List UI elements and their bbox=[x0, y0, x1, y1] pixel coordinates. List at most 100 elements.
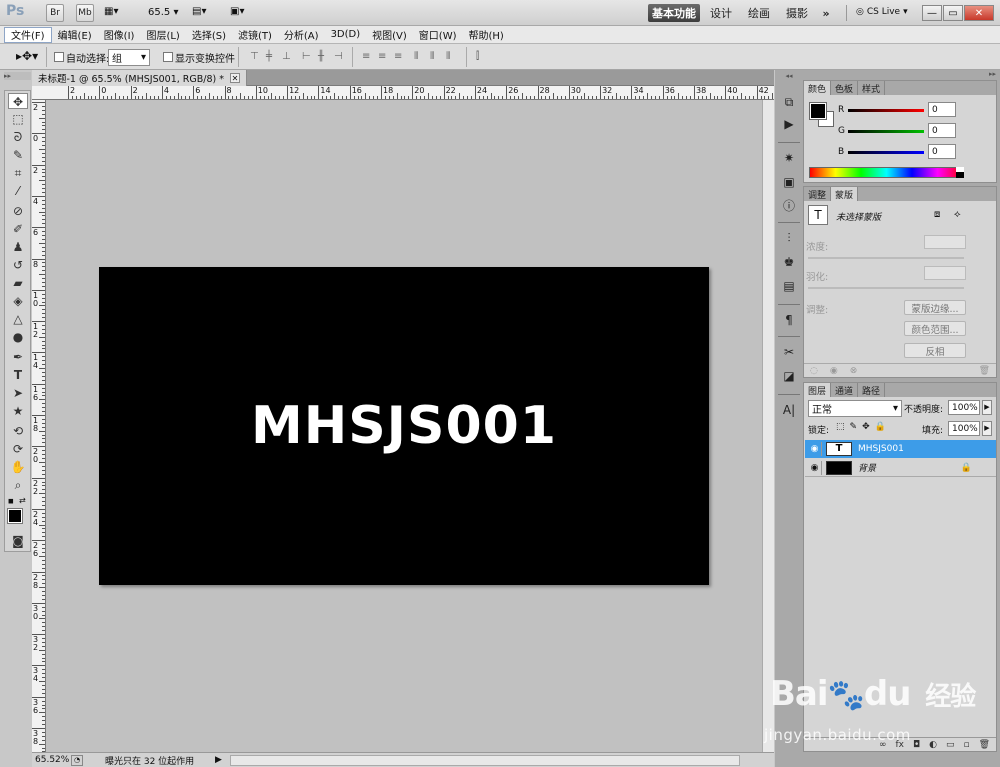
canvas-text-layer[interactable]: MHSJS001 bbox=[251, 396, 557, 456]
swap-colors-icon[interactable]: ⇄ bbox=[19, 496, 26, 505]
r-value-input[interactable]: 0 bbox=[928, 102, 956, 117]
tab-color[interactable]: 颜色 bbox=[804, 81, 832, 95]
arrange-documents-icon[interactable]: ▤▾ bbox=[192, 6, 206, 17]
crop-tool-icon[interactable]: ⌗ bbox=[8, 165, 28, 181]
brushes-panel-icon[interactable]: ✷ bbox=[780, 150, 798, 166]
tab-layers[interactable]: 图层 bbox=[804, 383, 832, 397]
menu-analysis[interactable]: 分析(A) bbox=[278, 27, 325, 43]
align-top-icon[interactable]: ⊤ bbox=[250, 51, 264, 63]
menu-image[interactable]: 图像(I) bbox=[98, 27, 141, 43]
mini-bridge-button[interactable]: Mb bbox=[76, 4, 94, 22]
g-value-input[interactable]: 0 bbox=[928, 123, 956, 138]
tab-swatches[interactable]: 色板 bbox=[831, 81, 859, 95]
auto-align-layers-icon[interactable]: ⫿ bbox=[476, 51, 490, 63]
tab-adjustments[interactable]: 调整 bbox=[804, 187, 832, 201]
auto-select-checkbox[interactable] bbox=[54, 52, 64, 62]
invert-button[interactable]: 反相 bbox=[904, 343, 966, 358]
more-workspaces-button[interactable]: » bbox=[818, 4, 834, 22]
marquee-tool-icon[interactable]: ⬚ bbox=[8, 111, 28, 127]
eyedropper-tool-icon[interactable]: ⁄ bbox=[8, 183, 28, 199]
disable-mask-icon[interactable]: ⊗ bbox=[850, 366, 858, 376]
align-bottom-icon[interactable]: ⊥ bbox=[282, 51, 296, 63]
history-brush-tool-icon[interactable]: ↺ bbox=[8, 257, 28, 273]
3d-rotate-tool-icon[interactable]: ⟲ bbox=[8, 423, 28, 439]
document-canvas[interactable]: MHSJS001 bbox=[99, 267, 709, 585]
align-left-icon[interactable]: ⊢ bbox=[302, 51, 316, 63]
menu-3d[interactable]: 3D(D) bbox=[325, 27, 367, 43]
hand-tool-icon[interactable]: ✋ bbox=[8, 459, 28, 475]
lock-position-icon[interactable]: ✥ bbox=[862, 422, 870, 432]
blend-mode-dropdown[interactable]: 正常 ▾ bbox=[808, 400, 902, 417]
menu-layer[interactable]: 图层(L) bbox=[140, 27, 185, 43]
align-right-icon[interactable]: ⊣ bbox=[334, 51, 348, 63]
cs-live-button[interactable]: ◎ CS Live ▾ bbox=[856, 7, 908, 17]
mask-edge-button[interactable]: 蒙版边缘... bbox=[904, 300, 966, 315]
bridge-button[interactable]: Br bbox=[46, 4, 64, 22]
paragraph-panel-icon[interactable]: ¶ bbox=[780, 312, 798, 328]
pixel-mask-icon[interactable]: ⧈ bbox=[934, 209, 940, 220]
foreground-color-swatch[interactable] bbox=[809, 102, 827, 120]
shape-tool-icon[interactable]: ★ bbox=[8, 403, 28, 419]
path-selection-tool-icon[interactable]: ➤ bbox=[8, 385, 28, 401]
distribute-left-icon[interactable]: ⦀ bbox=[414, 51, 428, 63]
navigator-panel-icon[interactable]: ▣ bbox=[780, 174, 798, 190]
menu-file[interactable]: 文件(F) bbox=[4, 26, 52, 43]
quick-mask-icon[interactable]: ◙ bbox=[8, 533, 28, 549]
r-slider[interactable] bbox=[848, 109, 924, 112]
lock-transparency-icon[interactable]: ⬚ bbox=[836, 422, 845, 432]
align-hcenter-icon[interactable]: ╫ bbox=[318, 51, 332, 63]
load-selection-icon[interactable]: ◌ bbox=[810, 366, 818, 376]
feather-input[interactable] bbox=[924, 266, 966, 280]
black-swatch[interactable] bbox=[956, 172, 964, 178]
close-button[interactable]: ✕ bbox=[964, 5, 994, 21]
clone-source-icon[interactable]: ♚ bbox=[780, 254, 798, 270]
b-value-input[interactable]: 0 bbox=[928, 144, 956, 159]
workspace-painting[interactable]: 绘画 bbox=[744, 4, 774, 22]
vector-mask-icon[interactable]: ⟡ bbox=[954, 209, 961, 220]
distribute-top-icon[interactable]: ≡ bbox=[362, 51, 376, 63]
auto-select-dropdown[interactable]: 组 ▾ bbox=[108, 49, 150, 66]
workspace-design[interactable]: 设计 bbox=[706, 4, 736, 22]
g-slider[interactable] bbox=[848, 130, 924, 133]
tools-panel-collapse-icon[interactable]: ▸▸ bbox=[4, 72, 31, 80]
visibility-icon[interactable]: ◉ bbox=[830, 366, 838, 376]
maximize-button[interactable]: ▭ bbox=[943, 5, 963, 21]
fill-input[interactable]: 100% bbox=[948, 421, 980, 436]
foreground-color-swatch[interactable] bbox=[7, 508, 23, 524]
eye-icon[interactable]: ◉ bbox=[808, 460, 822, 475]
vertical-scrollbar[interactable] bbox=[762, 100, 774, 752]
eraser-tool-icon[interactable]: ▰ bbox=[8, 275, 28, 291]
layer-row-background[interactable]: ◉ 背景 🔒 bbox=[805, 459, 996, 477]
3d-orbit-tool-icon[interactable]: ⟳ bbox=[8, 441, 28, 457]
dock-collapse-icon[interactable]: ◂◂ bbox=[775, 72, 803, 80]
dodge-tool-icon[interactable]: ● bbox=[8, 329, 28, 345]
fill-slider-arrow-icon[interactable]: ▶ bbox=[982, 421, 992, 436]
paint-bucket-tool-icon[interactable]: ◈ bbox=[8, 293, 28, 309]
workspace-essentials[interactable]: 基本功能 bbox=[648, 4, 700, 22]
feather-slider[interactable] bbox=[808, 287, 964, 289]
pen-tool-icon[interactable]: ✒ bbox=[8, 349, 28, 365]
3d-panel-icon[interactable]: ◪ bbox=[780, 368, 798, 384]
tab-paths[interactable]: 路径 bbox=[858, 383, 886, 397]
align-vcenter-icon[interactable]: ╪ bbox=[266, 51, 280, 63]
menu-select[interactable]: 选择(S) bbox=[186, 27, 232, 43]
brush-tool-icon[interactable]: ✐ bbox=[8, 221, 28, 237]
distribute-vcenter-icon[interactable]: ≡ bbox=[378, 51, 392, 63]
density-slider[interactable] bbox=[808, 257, 964, 259]
workspace-photography[interactable]: 摄影 bbox=[782, 4, 812, 22]
lasso-tool-icon[interactable]: ᘐ bbox=[8, 129, 28, 145]
tools-preset-icon[interactable]: ✂ bbox=[780, 344, 798, 360]
blur-tool-icon[interactable]: △ bbox=[8, 311, 28, 327]
delete-mask-icon[interactable]: 🗑 bbox=[979, 366, 990, 376]
menu-window[interactable]: 窗口(W) bbox=[413, 27, 463, 43]
density-input[interactable] bbox=[924, 235, 966, 249]
menu-filter[interactable]: 滤镜(T) bbox=[232, 27, 278, 43]
document-tab[interactable]: 未标题-1 @ 65.5% (MHSJS001, RGB/8) * ✕ bbox=[32, 70, 247, 86]
notes-panel-icon[interactable]: ▤ bbox=[780, 278, 798, 294]
tool-presets-icon[interactable]: ⫶ bbox=[780, 230, 798, 246]
menu-view[interactable]: 视图(V) bbox=[366, 27, 413, 43]
default-colors-icon[interactable]: ◼ bbox=[8, 497, 16, 505]
distribute-right-icon[interactable]: ⦀ bbox=[446, 51, 460, 63]
horizontal-scrollbar[interactable] bbox=[229, 754, 740, 766]
lock-pixels-icon[interactable]: ✎ bbox=[850, 422, 858, 432]
